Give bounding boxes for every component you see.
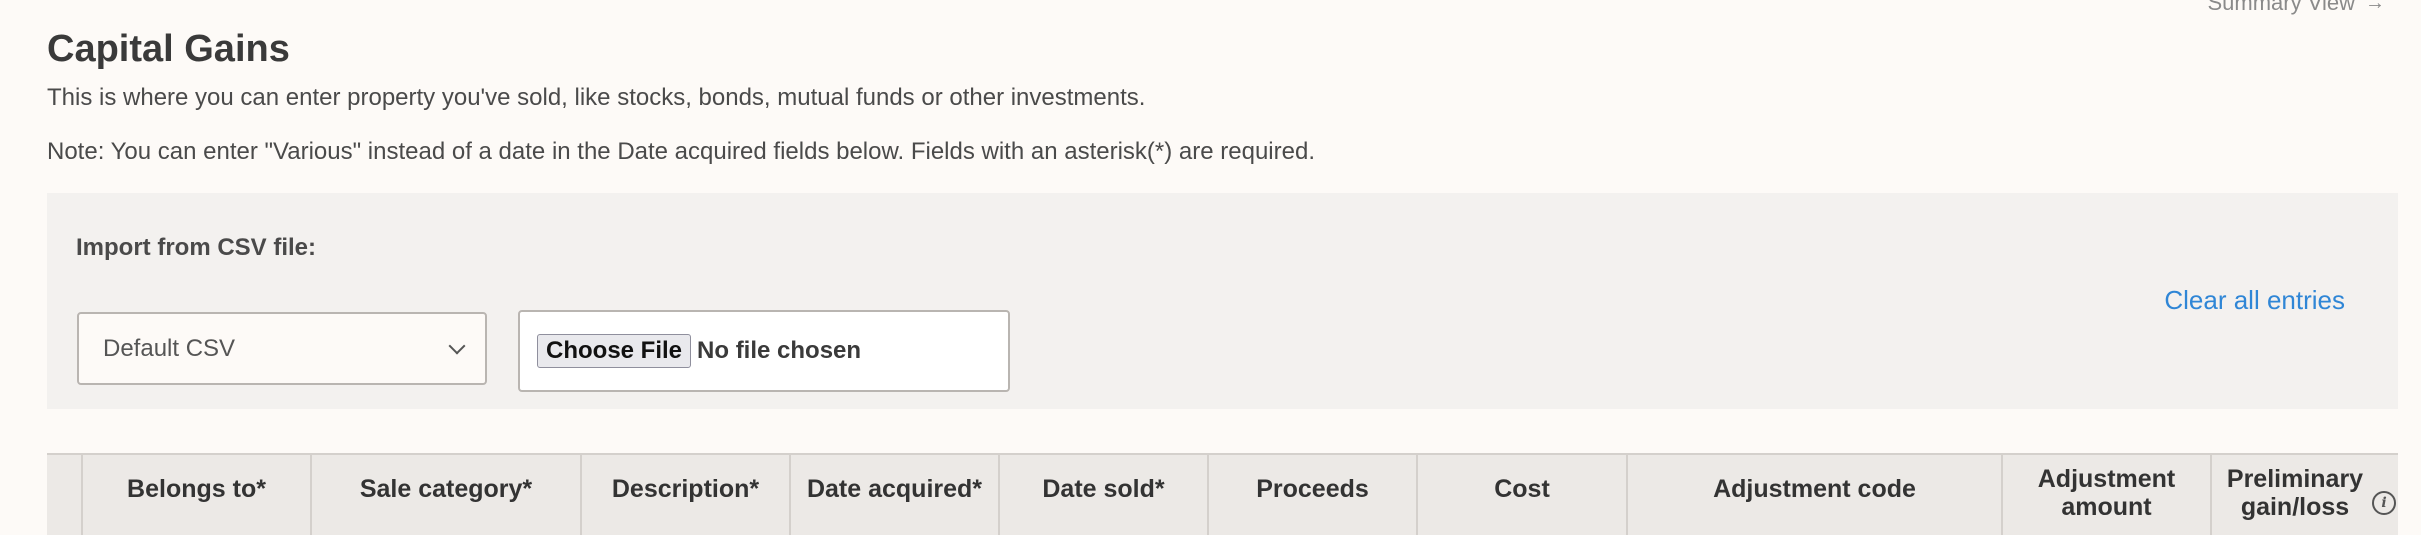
choose-file-button[interactable]: Choose File: [537, 334, 692, 368]
column-header-adjustment-amount[interactable]: Adjustment amount: [2003, 455, 2212, 535]
column-header-adjustment-code[interactable]: Adjustment code: [1628, 455, 2003, 535]
csv-import-panel: Import from CSV file: Default CSV Choose…: [47, 193, 2398, 409]
column-header-select: [47, 455, 83, 535]
note-text: Note: You can enter "Various" instead of…: [47, 138, 1315, 165]
column-header-preliminary-gain-loss[interactable]: Preliminary gain/loss i: [2212, 455, 2398, 535]
intro-text: This is where you can enter property you…: [47, 84, 1146, 111]
import-label: Import from CSV file:: [76, 234, 317, 261]
clear-all-entries-link[interactable]: Clear all entries: [2164, 285, 2345, 316]
summary-view-link[interactable]: Summary View →: [2207, 0, 2385, 16]
capital-gains-table-header: Belongs to* Sale category* Description* …: [47, 453, 2398, 535]
file-input[interactable]: Choose File No file chosen: [518, 310, 1010, 392]
column-header-cost[interactable]: Cost: [1418, 455, 1628, 535]
csv-format-value: Default CSV: [103, 334, 236, 362]
column-header-belongs-to[interactable]: Belongs to*: [83, 455, 312, 535]
chevron-down-icon: [448, 337, 466, 354]
summary-view-label: Summary View: [2207, 0, 2355, 15]
info-icon[interactable]: i: [2372, 491, 2396, 515]
arrow-right-icon: →: [2365, 0, 2385, 14]
column-header-date-sold[interactable]: Date sold*: [1000, 455, 1209, 535]
column-header-proceeds[interactable]: Proceeds: [1209, 455, 1418, 535]
preliminary-gain-loss-label: Preliminary gain/loss: [2226, 465, 2364, 521]
column-header-date-acquired[interactable]: Date acquired*: [791, 455, 1000, 535]
page-title: Capital Gains: [47, 28, 290, 70]
column-header-sale-category[interactable]: Sale category*: [312, 455, 582, 535]
csv-format-select[interactable]: Default CSV: [77, 312, 487, 385]
column-header-description[interactable]: Description*: [582, 455, 791, 535]
file-status: No file chosen: [697, 337, 862, 364]
